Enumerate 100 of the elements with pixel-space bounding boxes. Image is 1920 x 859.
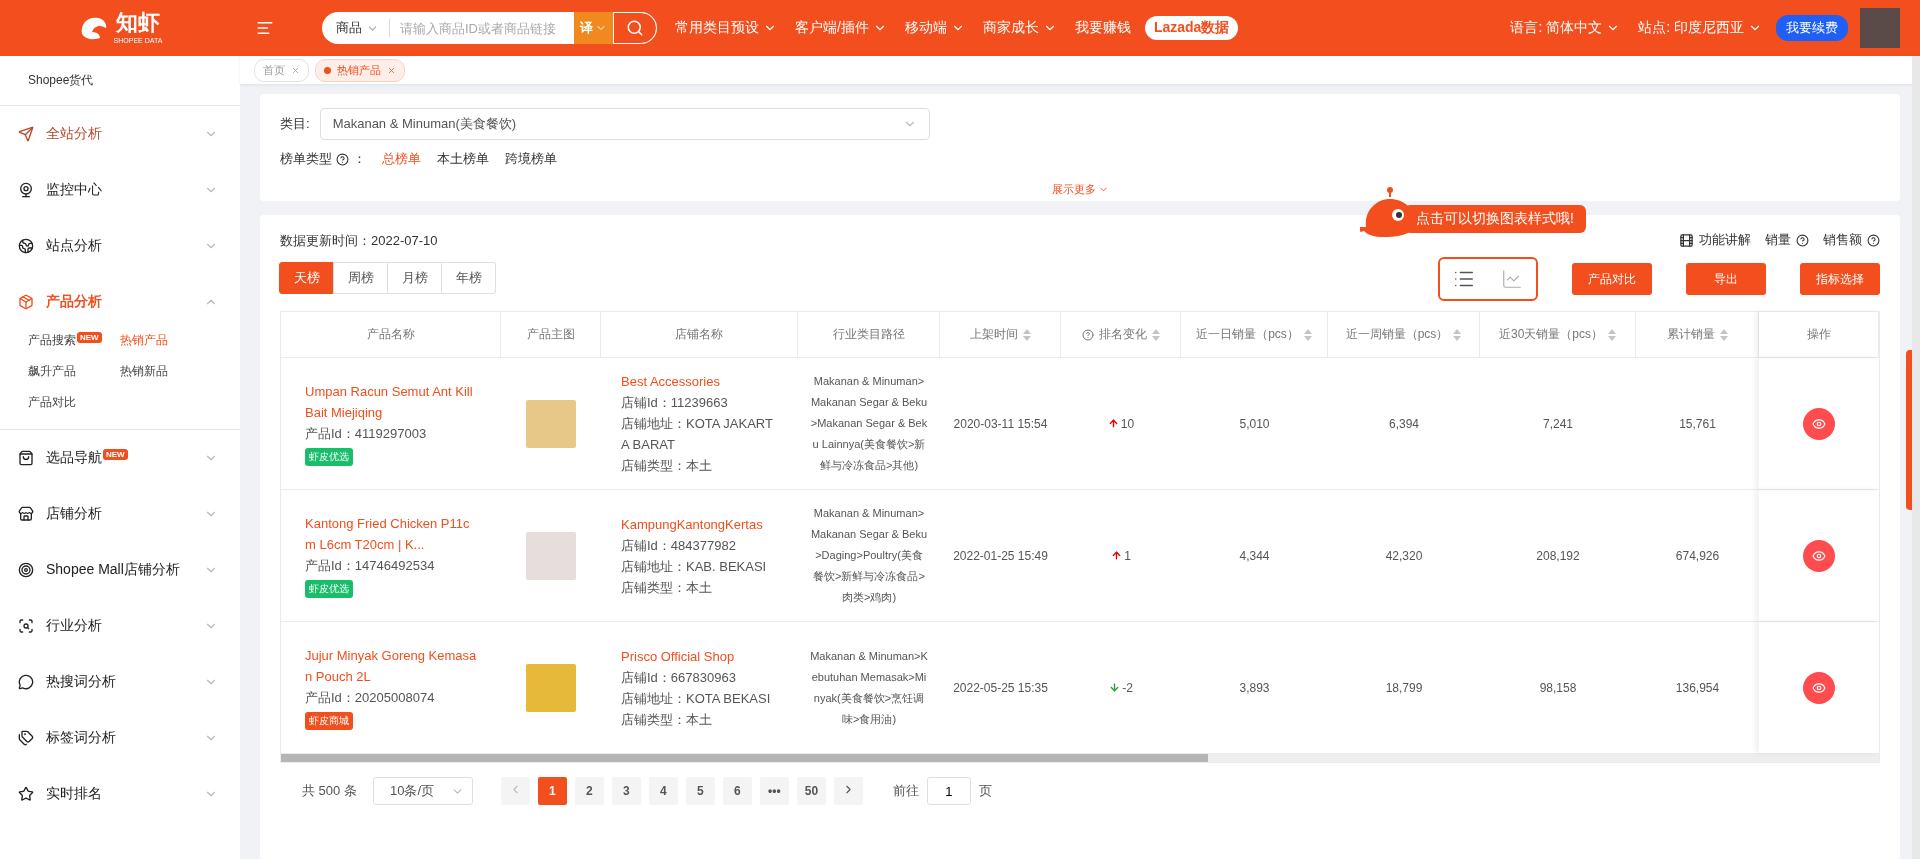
total-count-text: 共 500 条: [302, 782, 357, 800]
sidebar-item[interactable]: 监控中心: [0, 162, 240, 218]
site-dropdown[interactable]: 站点: 印度尼西亚: [1638, 19, 1762, 37]
sidebar-item[interactable]: 全站分析: [0, 106, 240, 162]
action-button[interactable]: 导出: [1686, 263, 1766, 295]
search-icon: [626, 19, 644, 37]
sort-icon[interactable]: [1608, 328, 1616, 341]
page-button[interactable]: 4: [648, 777, 678, 805]
column-header: 行业类目路径: [832, 326, 905, 343]
column-header[interactable]: 近一周销量（pcs）: [1345, 326, 1449, 343]
page-button[interactable]: 3: [611, 777, 641, 805]
chart-view-icon[interactable]: [1501, 268, 1523, 290]
store-name-link[interactable]: Best Accessories: [621, 371, 720, 392]
product-id-text: 产品Id：20205008074: [305, 689, 435, 707]
sidebar-item[interactable]: 站点分析: [0, 218, 240, 274]
column-header[interactable]: 近一日销量（pcs）: [1196, 326, 1299, 343]
help-link[interactable]: 功能讲解: [1679, 231, 1751, 249]
product-name-link[interactable]: Kantong Fried Chicken P11cm L6cm T20cm | K...: [305, 513, 477, 555]
view-toggle[interactable]: [1438, 257, 1538, 301]
sidebar-subitem[interactable]: 产品对比: [28, 394, 76, 411]
sort-icon[interactable]: [1151, 328, 1160, 341]
nav-link[interactable]: 商家成长: [982, 19, 1057, 37]
next-page-button[interactable]: [833, 777, 863, 805]
nav-link[interactable]: 移动端: [904, 19, 965, 37]
sort-icon[interactable]: [1453, 328, 1462, 341]
store-id-text: 店铺Id：484377982: [621, 536, 736, 555]
store-type-text: 店铺类型：本土: [621, 710, 712, 729]
period-tab[interactable]: 年榜: [441, 262, 496, 294]
nav-link[interactable]: 我要赚钱: [1074, 19, 1131, 37]
sidebar-subitem[interactable]: 热销产品: [120, 332, 168, 349]
sidebar-subitem[interactable]: 产品搜索: [28, 332, 76, 349]
sort-icon[interactable]: [1303, 328, 1312, 341]
page-button[interactable]: 5: [685, 777, 715, 805]
period-tab[interactable]: 月榜: [387, 262, 442, 294]
period-tab[interactable]: 天榜: [279, 262, 334, 294]
nav-link[interactable]: 客户端/插件: [795, 19, 887, 37]
sidebar-item[interactable]: 标签词分析: [0, 710, 240, 766]
sort-icon[interactable]: [1719, 328, 1728, 341]
page-button[interactable]: 50: [796, 777, 826, 805]
colon-text: ：: [353, 150, 366, 168]
column-header: 操作: [1806, 326, 1831, 343]
close-icon[interactable]: [291, 65, 300, 75]
sidebar-subitem[interactable]: 飙升产品: [28, 363, 76, 380]
sidebar-item[interactable]: Shopee Mall店铺分析: [0, 542, 240, 598]
sidebar-item[interactable]: 热搜词分析: [0, 654, 240, 710]
sidebar-item[interactable]: 店铺分析: [0, 486, 240, 542]
product-name-link[interactable]: Jujur Minyak Goreng Kemasan Pouch 2L: [305, 645, 477, 687]
view-button[interactable]: [1803, 407, 1835, 440]
help-icon[interactable]: [336, 152, 349, 166]
action-button[interactable]: 指标选择: [1800, 263, 1880, 295]
help-link[interactable]: 销量: [1765, 231, 1809, 249]
sidebar-item[interactable]: 行业分析: [0, 598, 240, 654]
goto-page-field[interactable]: 1: [926, 777, 971, 805]
horizontal-scrollbar[interactable]: [281, 754, 1879, 762]
column-header: 产品主图: [526, 326, 575, 343]
close-icon[interactable]: [387, 65, 396, 75]
search-field[interactable]: 商品 请输入商品ID或者商品链接 译: [322, 12, 657, 44]
table-cell: 674,926: [1675, 548, 1720, 563]
category-select[interactable]: Makanan & Minuman(美食餐饮): [319, 108, 930, 140]
table-cell: 4,344: [1239, 548, 1270, 563]
language-dropdown[interactable]: 语言: 简体中文: [1510, 19, 1621, 37]
product-name-link[interactable]: Umpan Racun Semut Ant Kill Bait Miejiqing: [305, 381, 477, 423]
sort-icon[interactable]: [1022, 328, 1031, 341]
sidebar-item-label: 产品分析: [46, 293, 102, 311]
store-name-link[interactable]: Prisco Official Shop: [621, 645, 735, 667]
sidebar-item-label: 选品导航: [46, 449, 102, 467]
page-button[interactable]: •••: [759, 777, 789, 805]
sidebar-item[interactable]: 实时排名: [0, 766, 240, 822]
list-type-option[interactable]: 跨境榜单: [505, 150, 557, 168]
previous-page-button[interactable]: [500, 777, 530, 805]
column-header[interactable]: 排名变化: [1098, 326, 1147, 343]
list-type-option[interactable]: 本土榜单: [437, 150, 489, 168]
menu-icon[interactable]: [256, 19, 274, 37]
sidebar-item[interactable]: 产品分析: [0, 274, 240, 330]
sidebar-item-label: 监控中心: [46, 181, 102, 199]
page-button[interactable]: 6: [722, 777, 752, 805]
show-more-link[interactable]: 展示更多: [1051, 182, 1109, 197]
action-button[interactable]: 产品对比: [1572, 263, 1652, 295]
search-button[interactable]: [613, 12, 657, 44]
page-size-select[interactable]: 10条/页: [372, 777, 473, 805]
period-tab[interactable]: 周榜: [333, 262, 388, 294]
page-button[interactable]: 1: [537, 777, 567, 805]
view-button[interactable]: [1803, 671, 1835, 704]
help-link[interactable]: 销售额: [1823, 231, 1880, 249]
store-name-link[interactable]: KampungKantongKertas: [621, 513, 763, 535]
sidebar-link[interactable]: Shopee货代: [0, 56, 240, 106]
column-header[interactable]: 近30天销量（pcs）: [1499, 326, 1603, 343]
sidebar-subitem[interactable]: 热销新品: [120, 363, 168, 380]
column-header[interactable]: 上架时间: [969, 326, 1018, 343]
page-button[interactable]: 2: [574, 777, 604, 805]
lazada-link[interactable]: Lazada数据: [1144, 16, 1239, 40]
list-type-option[interactable]: 总榜单: [382, 150, 421, 168]
nav-link[interactable]: 常用类目预设: [675, 19, 777, 37]
goto-label: 前往: [892, 782, 919, 800]
sidebar-item-label: 热搜词分析: [46, 673, 116, 691]
sidebar-item[interactable]: 选品导航 NEW: [0, 430, 240, 486]
view-button[interactable]: [1803, 539, 1835, 572]
column-header[interactable]: 累计销量: [1666, 326, 1715, 343]
renew-button[interactable]: 我要续费: [1776, 15, 1848, 41]
list-type-label: 榜单类型: [280, 150, 332, 168]
